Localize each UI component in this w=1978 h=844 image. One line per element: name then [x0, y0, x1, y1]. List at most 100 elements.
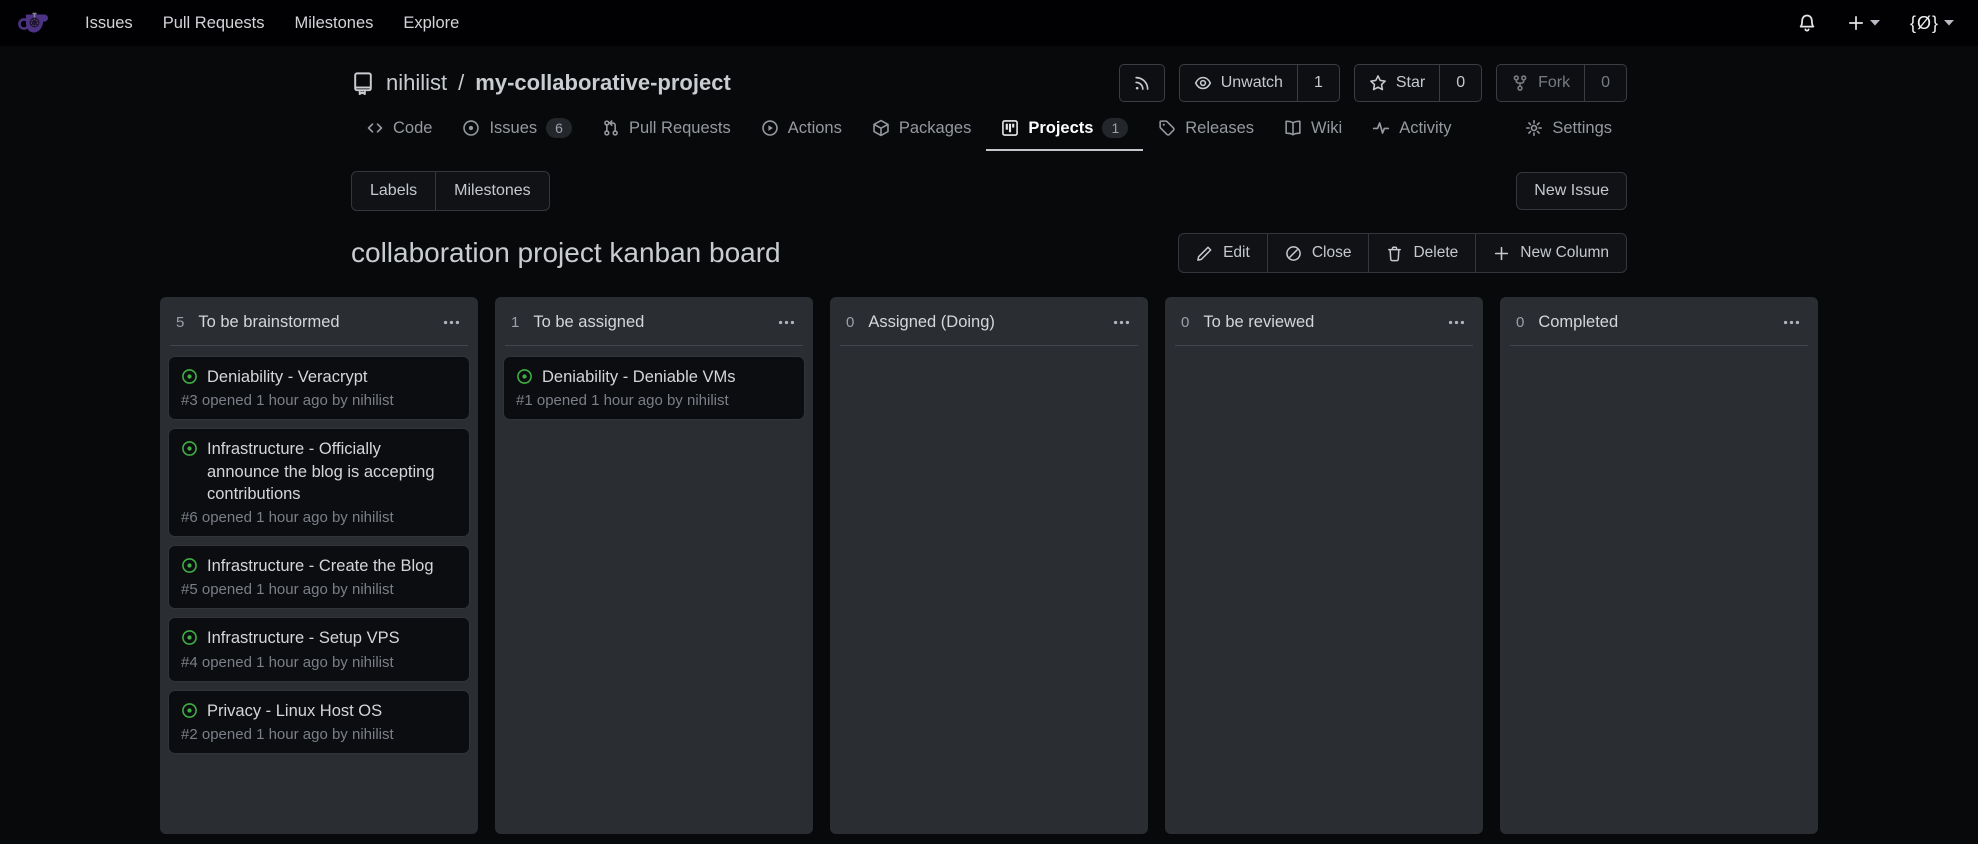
repo-owner-link[interactable]: nihilist — [386, 70, 447, 96]
tab-packages[interactable]: Packages — [857, 109, 986, 151]
issue-card[interactable]: Deniability - Deniable VMs #1 opened 1 h… — [503, 356, 805, 420]
tab-releases[interactable]: Releases — [1143, 109, 1269, 151]
stars-count[interactable]: 0 — [1439, 65, 1481, 101]
notifications-bell-icon[interactable] — [1789, 7, 1825, 39]
issue-title: Infrastructure - Setup VPS — [207, 627, 400, 649]
labels-button[interactable]: Labels — [352, 172, 435, 210]
issue-title: Infrastructure - Create the Blog — [207, 555, 434, 577]
column-header: 0 Completed — [1500, 297, 1818, 345]
column-title: Assigned (Doing) — [868, 313, 995, 332]
tab-wiki[interactable]: Wiki — [1269, 109, 1357, 151]
nav-link-milestones[interactable]: Milestones — [280, 4, 389, 43]
eye-icon — [1194, 74, 1212, 92]
tab-actions[interactable]: Actions — [746, 109, 857, 151]
issue-opened-icon — [181, 629, 198, 646]
column-header: 1 To be assigned — [495, 297, 813, 345]
star-button-group: Star 0 — [1354, 64, 1482, 102]
unwatch-button-group: Unwatch 1 — [1179, 64, 1340, 102]
column-menu-kebab-icon[interactable] — [1110, 311, 1133, 334]
watchers-count[interactable]: 1 — [1297, 65, 1339, 101]
column-title: To be assigned — [533, 313, 644, 332]
column-cards — [1165, 346, 1483, 834]
plus-icon — [1847, 14, 1865, 32]
caret-down-icon — [1870, 20, 1880, 26]
issue-opened-icon — [516, 368, 533, 385]
column-title: To be reviewed — [1203, 313, 1314, 332]
issue-opened-icon — [181, 702, 198, 719]
issue-title: Infrastructure - Officially announce the… — [207, 438, 457, 505]
column-header: 0 Assigned (Doing) — [830, 297, 1148, 345]
column-header: 5 To be brainstormed — [160, 297, 478, 345]
issue-card[interactable]: Privacy - Linux Host OS #2 opened 1 hour… — [168, 690, 470, 754]
issues-toolbar: Labels Milestones New Issue — [351, 171, 1627, 211]
git-pull-request-icon — [602, 119, 620, 137]
repo-name-link[interactable]: my-collaborative-project — [475, 70, 731, 96]
repo-separator: / — [458, 70, 464, 96]
issue-opened-icon — [462, 119, 480, 137]
tab-issues[interactable]: Issues 6 — [447, 108, 586, 151]
rss-button[interactable] — [1119, 64, 1165, 102]
page-title: collaboration project kanban board — [351, 237, 781, 269]
fork-icon — [1511, 74, 1529, 92]
issue-title: Deniability - Veracrypt — [207, 366, 367, 388]
new-column-button[interactable]: New Column — [1475, 234, 1626, 272]
issue-meta: #1 opened 1 hour ago by nihilist — [516, 392, 792, 409]
new-issue-button[interactable]: New Issue — [1516, 172, 1627, 210]
nav-link-pull-requests[interactable]: Pull Requests — [148, 4, 280, 43]
delete-button[interactable]: Delete — [1368, 234, 1475, 272]
tab-settings[interactable]: Settings — [1510, 109, 1627, 151]
column-cards — [830, 346, 1148, 834]
unwatch-button[interactable]: Unwatch — [1180, 65, 1297, 101]
column-menu-kebab-icon[interactable] — [1445, 311, 1468, 334]
column-card-count: 0 — [1516, 314, 1524, 331]
milestones-button[interactable]: Milestones — [435, 172, 548, 210]
column-card-count: 0 — [846, 314, 854, 331]
column-menu-kebab-icon[interactable] — [440, 311, 463, 334]
tab-pull-requests[interactable]: Pull Requests — [587, 109, 746, 151]
repo-header: nihilist / my-collaborative-project — [351, 62, 1627, 104]
column-card-count: 5 — [176, 314, 184, 331]
create-new-dropdown[interactable] — [1839, 8, 1888, 38]
issue-card[interactable]: Infrastructure - Setup VPS #4 opened 1 h… — [168, 617, 470, 681]
issue-card[interactable]: Deniability - Veracrypt #3 opened 1 hour… — [168, 356, 470, 420]
tab-code[interactable]: Code — [351, 109, 447, 151]
close-button[interactable]: Close — [1267, 234, 1369, 272]
forks-count[interactable]: 0 — [1584, 65, 1626, 101]
edit-button[interactable]: Edit — [1179, 234, 1267, 272]
repo-title: nihilist / my-collaborative-project — [351, 70, 731, 96]
issue-opened-icon — [181, 368, 198, 385]
tag-icon — [1158, 119, 1176, 137]
column-card-count: 0 — [1181, 314, 1189, 331]
issue-title: Privacy - Linux Host OS — [207, 700, 382, 722]
board-column-assigned-doing: 0 Assigned (Doing) — [830, 297, 1148, 834]
issue-card[interactable]: Infrastructure - Officially announce the… — [168, 428, 470, 537]
kanban-board: 5 To be brainstormed Deniability - Verac… — [160, 297, 1818, 834]
column-menu-kebab-icon[interactable] — [775, 311, 798, 334]
code-icon — [366, 119, 384, 137]
labels-milestones-group: Labels Milestones — [351, 171, 550, 211]
board-column-to-be-assigned: 1 To be assigned Deniability - Deniable … — [495, 297, 813, 834]
repo-icon — [351, 71, 375, 95]
board-column-to-be-brainstormed: 5 To be brainstormed Deniability - Verac… — [160, 297, 478, 834]
tab-activity[interactable]: Activity — [1357, 109, 1466, 151]
star-icon — [1369, 74, 1387, 92]
user-avatar-dropdown[interactable]: {Ø} — [1902, 7, 1962, 40]
nav-link-explore[interactable]: Explore — [388, 4, 474, 43]
issue-card[interactable]: Infrastructure - Create the Blog #5 open… — [168, 545, 470, 609]
top-navbar: Issues Pull Requests Milestones Explore … — [0, 0, 1978, 46]
project-title-row: collaboration project kanban board Edit … — [351, 233, 1627, 273]
rss-icon — [1133, 74, 1151, 92]
column-menu-kebab-icon[interactable] — [1780, 311, 1803, 334]
tab-projects[interactable]: Projects 1 — [986, 108, 1143, 151]
nav-link-issues[interactable]: Issues — [70, 4, 148, 43]
circle-slash-icon — [1285, 245, 1302, 262]
star-button[interactable]: Star — [1355, 65, 1439, 101]
gitea-logo-icon[interactable] — [16, 6, 50, 40]
book-icon — [1284, 119, 1302, 137]
fork-button[interactable]: Fork — [1497, 65, 1584, 101]
projects-count-badge: 1 — [1102, 118, 1128, 138]
repo-tabs: Code Issues 6 Pull Requests Actions — [351, 108, 1627, 151]
board-column-completed: 0 Completed — [1500, 297, 1818, 834]
issue-meta: #2 opened 1 hour ago by nihilist — [181, 726, 457, 743]
issue-meta: #6 opened 1 hour ago by nihilist — [181, 509, 457, 526]
